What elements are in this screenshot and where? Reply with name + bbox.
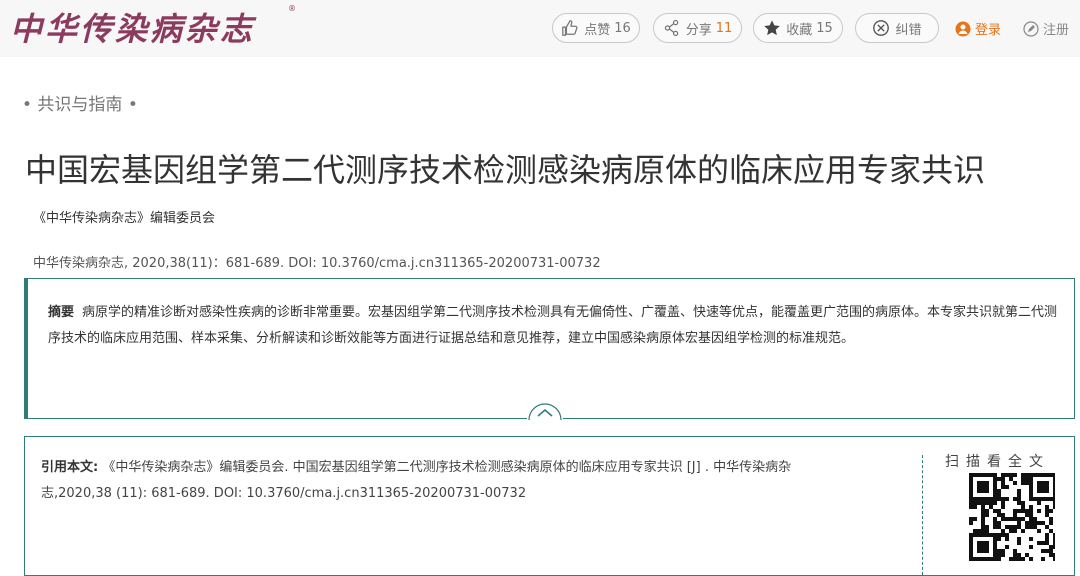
favorite-count: 15 (816, 20, 833, 36)
login-link[interactable]: 登录 (955, 19, 1001, 38)
cite-label: 引用本文: (41, 460, 99, 475)
like-button[interactable]: 点赞 16 (552, 13, 640, 43)
share-icon (664, 19, 679, 37)
journal-citation: 中华传染病杂志, 2020,38(11)：681-689. DOI: 10.37… (33, 256, 601, 271)
article-title: 中国宏基因组学第二代测序技术检测感染病原体的临床应用专家共识 (25, 151, 986, 189)
star-icon (764, 20, 780, 36)
thumbs-up-icon (562, 20, 578, 36)
login-label: 登录 (975, 23, 1002, 38)
article-category: • 共识与指南 • (22, 95, 138, 115)
journal-logo[interactable]: 中华传染病杂志 (10, 4, 255, 50)
register-link[interactable]: 注册 (1023, 19, 1069, 38)
chevron-up-icon (528, 403, 562, 421)
scan-label: 扫描看全文 (945, 454, 1050, 470)
favorite-button[interactable]: 收藏 15 (753, 13, 843, 43)
top-bar: 中华传染病杂志 ® 点赞 16 分享 11 收藏 15 纠错 登录 注册 (0, 0, 1080, 57)
abstract-text-block: 摘要 病原学的精准诊断对感染性疾病的诊断非常重要。宏基因组学第二代测序技术检测具有… (48, 300, 1058, 352)
dashed-divider (922, 455, 923, 575)
abstract-label: 摘要 (48, 305, 75, 320)
registered-mark: ® (288, 4, 296, 13)
cite-text-block: 引用本文: 《中华传染病杂志》编辑委员会. 中国宏基因组学第二代测序技术检测感染… (41, 455, 861, 507)
share-count: 11 (715, 20, 733, 36)
abstract-body: 病原学的精准诊断对感染性疾病的诊断非常重要。宏基因组学第二代测序技术检测具有无偏… (48, 305, 1058, 346)
report-error-button[interactable]: 纠错 (855, 13, 939, 43)
like-label: 点赞 (584, 22, 611, 38)
share-label: 分享 (685, 22, 712, 38)
like-count: 16 (614, 20, 631, 36)
error-x-icon (873, 20, 890, 36)
report-error-label: 纠错 (895, 22, 922, 38)
qr-code-icon (969, 473, 1055, 561)
article-authors[interactable]: 《中华传染病杂志》编辑委员会 (33, 207, 215, 226)
cite-body: 《中华传染病杂志》编辑委员会. 中国宏基因组学第二代测序技术检测感染病原体的临床… (41, 460, 792, 501)
abstract-panel: 摘要 病原学的精准诊断对感染性疾病的诊断非常重要。宏基因组学第二代测序技术检测具有… (24, 278, 1075, 419)
register-label: 注册 (1043, 23, 1070, 38)
user-icon (955, 21, 971, 36)
pencil-icon (1023, 20, 1039, 37)
share-button[interactable]: 分享 11 (653, 13, 742, 43)
favorite-label: 收藏 (786, 22, 813, 38)
collapse-abstract-button[interactable] (527, 402, 563, 421)
cite-panel: 引用本文: 《中华传染病杂志》编辑委员会. 中国宏基因组学第二代测序技术检测感染… (24, 436, 1075, 576)
